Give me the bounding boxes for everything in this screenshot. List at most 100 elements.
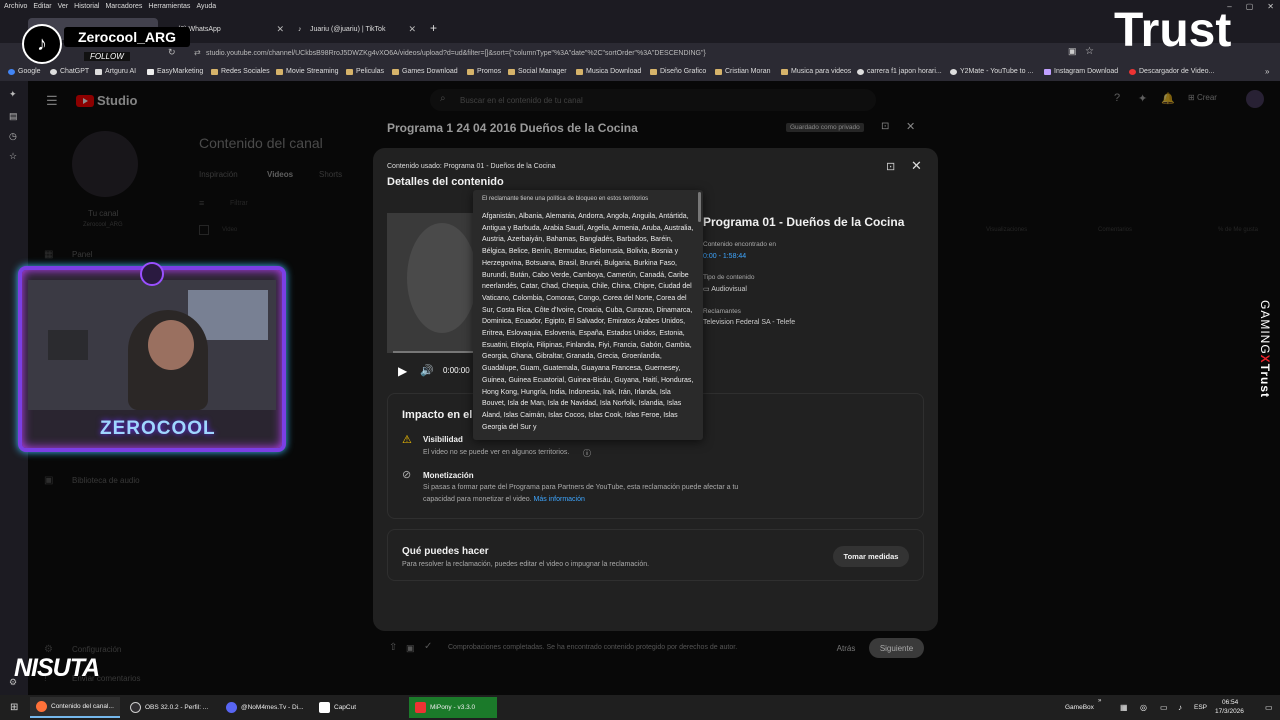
dialog-title: Detalles del contenido bbox=[387, 176, 504, 188]
taskbar-item-capcut[interactable]: CapCut bbox=[313, 697, 403, 718]
popup-header: El reclamante tiene una política de bloq… bbox=[482, 196, 649, 202]
next-button[interactable]: Siguiente bbox=[869, 638, 924, 658]
url-bar: ↻ ⇄ studio.youtube.com/channel/UCkbsB98R… bbox=[0, 43, 1280, 64]
webcam-feed bbox=[28, 280, 276, 410]
bookmark-item[interactable]: Promos bbox=[467, 68, 501, 75]
trust-logo: Trust bbox=[1114, 4, 1232, 57]
clock-time[interactable]: 06:54 bbox=[1222, 699, 1238, 706]
close-upload-icon[interactable]: ✕ bbox=[906, 120, 915, 133]
bookmark-item[interactable]: Peliculas bbox=[346, 68, 384, 75]
actions-card: Qué puedes hacer Para resolver la reclam… bbox=[387, 529, 924, 581]
bookmark-item[interactable]: Social Manager bbox=[508, 68, 567, 75]
tiktok-icon: ♪ bbox=[298, 25, 302, 33]
report-icon[interactable]: ⊡ bbox=[886, 160, 895, 173]
content-used-label: Contenido usado: Programa 01 - Dueños de… bbox=[387, 163, 556, 170]
webcam-overlay: ZEROCOOL bbox=[18, 262, 286, 452]
found-label: Contenido encontrado en bbox=[703, 241, 777, 248]
video-icon: ▭ bbox=[703, 286, 712, 293]
network-icon[interactable]: ▭ bbox=[1160, 703, 1168, 712]
bookmark-item[interactable]: Y2Mate - YouTube to ... bbox=[950, 68, 1033, 75]
new-tab-icon[interactable]: + bbox=[430, 21, 437, 35]
claimants-label: Reclamantes bbox=[703, 308, 741, 315]
nisuta-logo: NISUTA bbox=[14, 654, 100, 682]
sidebar-history-icon[interactable]: ◷ bbox=[9, 131, 19, 141]
menu-editar[interactable]: Editar bbox=[33, 3, 51, 10]
sidebar-bookmarks-icon[interactable]: ▤ bbox=[9, 111, 19, 121]
monetization-text: Si pasas a formar parte del Programa par… bbox=[423, 484, 739, 491]
menu-bar: Archivo Editar Ver Historial Marcadores … bbox=[0, 0, 1280, 13]
bookmark-item[interactable]: Diseño Grafico bbox=[650, 68, 706, 75]
tab-close-icon[interactable]: ✕ bbox=[276, 24, 284, 35]
reader-icon[interactable]: ▣ bbox=[1068, 46, 1077, 57]
gamebox-label[interactable]: GameBox bbox=[1065, 704, 1094, 711]
bookmark-item[interactable]: ChatGPT bbox=[50, 68, 89, 75]
emblem-icon bbox=[140, 262, 164, 286]
monetization-title: Monetización bbox=[423, 471, 474, 480]
more-info-link[interactable]: Más información bbox=[534, 496, 585, 503]
webcam-name: ZEROCOOL bbox=[100, 418, 216, 439]
popup-scrollbar[interactable] bbox=[698, 192, 701, 222]
tiktok-username: Zerocool_ARG bbox=[78, 29, 177, 45]
close-icon[interactable]: ✕ bbox=[911, 158, 922, 174]
menu-archivo[interactable]: Archivo bbox=[4, 3, 27, 10]
volume-icon[interactable]: 🔊 bbox=[420, 364, 434, 377]
tray-icon[interactable]: ◎ bbox=[1140, 703, 1147, 712]
tab-tiktok[interactable]: ♪ Juariu (@juariu) | TikTok ✕ bbox=[292, 18, 420, 40]
tray-chevron-icon[interactable]: » bbox=[1098, 698, 1101, 704]
info-icon[interactable]: ⓘ bbox=[583, 448, 591, 459]
bookmark-item[interactable]: Redes Sociales bbox=[211, 68, 270, 75]
taskbar-item-obs[interactable]: OBS 32.0.2 - Perfil: ... bbox=[124, 697, 214, 718]
language-indicator[interactable]: ESP bbox=[1194, 704, 1207, 711]
close-icon[interactable]: ✕ bbox=[1267, 2, 1274, 11]
visibility-text: El video no se puede ver en algunos terr… bbox=[423, 449, 570, 456]
bookmark-item[interactable]: Artguru AI bbox=[95, 68, 136, 75]
bookmark-item[interactable]: Games Download bbox=[392, 68, 458, 75]
menu-marcadores[interactable]: Marcadores bbox=[105, 3, 142, 10]
menu-ver[interactable]: Ver bbox=[58, 3, 69, 10]
territories-popup[interactable]: El reclamante tiene una política de bloq… bbox=[473, 190, 703, 440]
taskbar-item-discord[interactable]: @NoM4mes.Tv - Di... bbox=[220, 697, 310, 718]
notification-center-icon[interactable]: ▭ bbox=[1265, 703, 1273, 712]
back-button[interactable]: Atrás bbox=[826, 638, 866, 658]
tab-bar: (6) WhatsApp ✕ ♪ Juariu (@juariu) | TikTo… bbox=[0, 13, 1280, 43]
address-field[interactable]: ⇄ studio.youtube.com/channel/UCkbsB98Rro… bbox=[190, 46, 1080, 61]
hd-icon: ▣ bbox=[406, 643, 415, 653]
bookmark-item[interactable]: EasyMarketing bbox=[147, 68, 203, 75]
window-controls: – ▢ ✕ bbox=[1227, 2, 1274, 11]
sidebar-star-icon[interactable]: ☆ bbox=[9, 151, 19, 161]
play-icon[interactable]: ▶ bbox=[398, 364, 407, 378]
take-action-button[interactable]: Tomar medidas bbox=[833, 546, 909, 567]
bookmark-item[interactable]: Instagram Download bbox=[1044, 68, 1118, 75]
bookmark-item[interactable]: carrera f1 japon horari... bbox=[857, 68, 942, 75]
clock-date[interactable]: 17/3/2026 bbox=[1215, 708, 1244, 715]
taskbar-item-firefox[interactable]: Contenido del canal... bbox=[30, 697, 120, 718]
bookmark-item[interactable]: Google bbox=[8, 68, 41, 75]
maximize-icon[interactable]: ▢ bbox=[1246, 2, 1254, 11]
bookmark-item[interactable]: Musica Download bbox=[576, 68, 641, 75]
bookmark-item[interactable]: Descargador de Video... bbox=[1129, 68, 1214, 75]
taskbar-item-mipony[interactable]: MiPony - v3.3.0 bbox=[409, 697, 497, 718]
monetization-text-2: capacidad para monetizar el video. Más i… bbox=[423, 496, 585, 503]
claimants-value: Television Federal SA - Telefe bbox=[703, 319, 796, 326]
follow-label: FOLLOW bbox=[84, 52, 130, 61]
bookmark-item[interactable]: Musica para videos bbox=[781, 68, 851, 75]
bookmark-star-icon[interactable]: ☆ bbox=[1085, 46, 1094, 57]
menu-ayuda[interactable]: Ayuda bbox=[196, 3, 216, 10]
feedback-icon[interactable]: ⊡ bbox=[881, 121, 889, 132]
menu-herramientas[interactable]: Herramientas bbox=[148, 3, 190, 10]
more-bookmarks-icon[interactable]: » bbox=[1265, 67, 1269, 76]
site-settings-icon[interactable]: ⇄ bbox=[194, 48, 201, 57]
tab-close-icon[interactable]: ✕ bbox=[408, 24, 416, 35]
volume-icon[interactable]: ♪ bbox=[1178, 703, 1182, 712]
warning-icon: ⚠ bbox=[402, 434, 412, 446]
tray-icon[interactable]: ▦ bbox=[1120, 703, 1128, 712]
windows-start-icon[interactable]: ⊞ bbox=[10, 702, 18, 713]
sidebar-ai-icon[interactable]: ✦ bbox=[9, 89, 19, 99]
found-value-link[interactable]: 0:00 - 1:58:44 bbox=[703, 253, 746, 260]
bookmark-item[interactable]: Movie Streaming bbox=[276, 68, 339, 75]
visibility-title: Visibilidad bbox=[423, 435, 463, 444]
menu-historial[interactable]: Historial bbox=[74, 3, 99, 10]
bookmark-item[interactable]: Cristian Moran bbox=[715, 68, 771, 75]
video-preview[interactable] bbox=[387, 213, 487, 353]
type-label: Tipo de contenido bbox=[703, 274, 755, 281]
